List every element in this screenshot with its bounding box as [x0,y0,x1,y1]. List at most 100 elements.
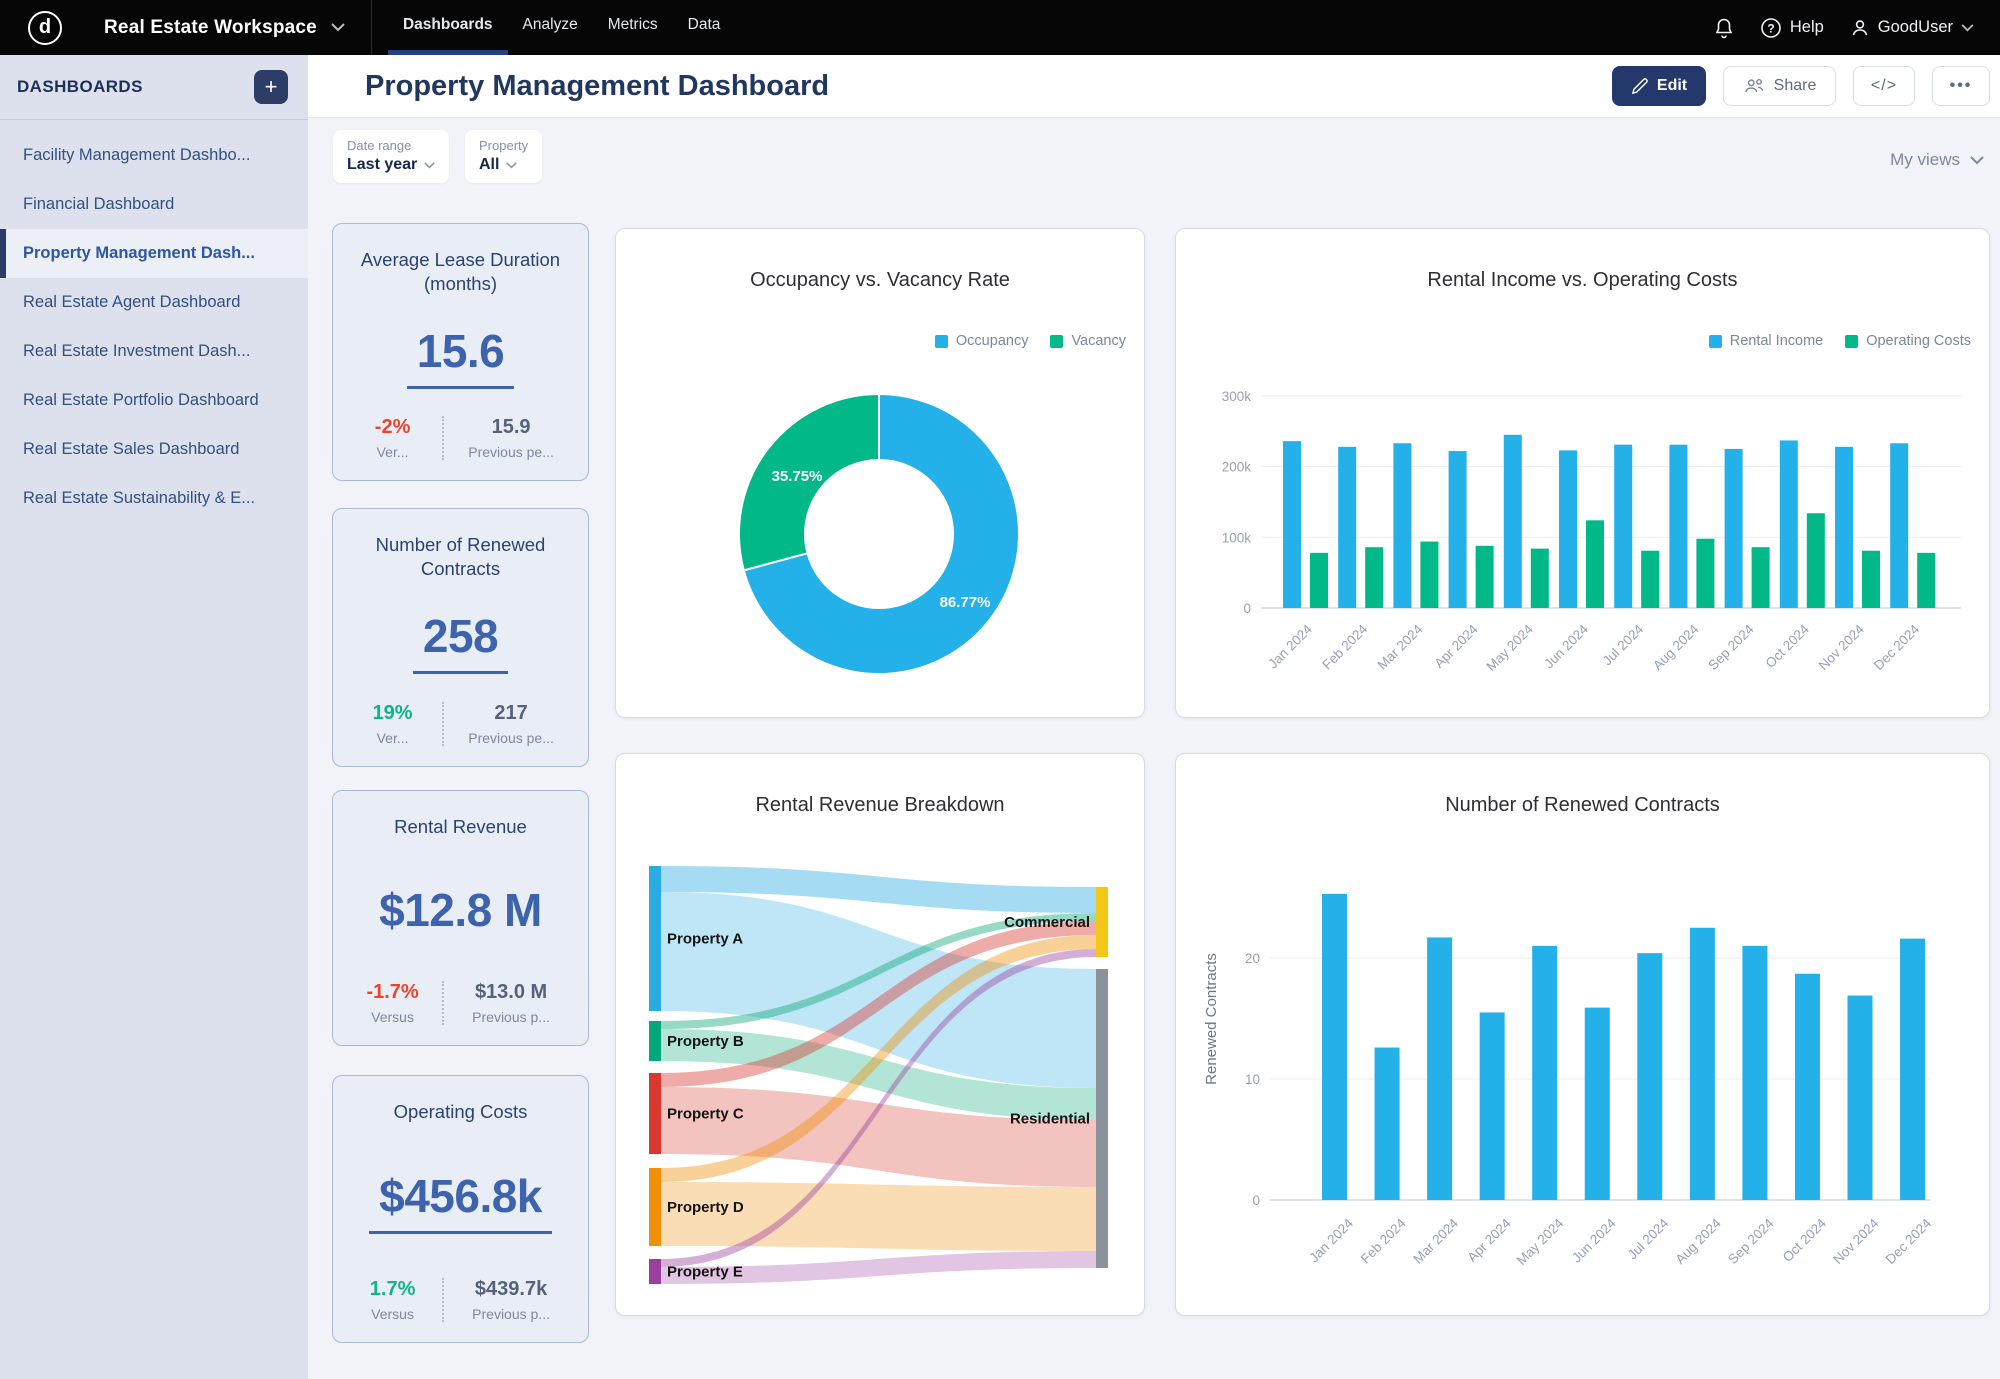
bar-renewed-contracts[interactable] [1848,996,1873,1200]
kpi-card-lease-duration[interactable]: Average Lease Duration (months) 15.6 -2%… [332,223,589,481]
bar-renewed-contracts[interactable] [1532,946,1557,1200]
bar-rental-income[interactable] [1780,440,1798,608]
chart-card-revenue-breakdown: Rental Revenue Breakdown Property APrope… [615,753,1145,1316]
x-axis-label: Jan 2024 [1265,621,1315,671]
x-axis-label: Aug 2024 [1650,621,1702,673]
bar-renewed-contracts[interactable] [1585,1008,1610,1200]
bar-renewed-contracts[interactable] [1322,894,1347,1200]
divider [371,0,372,55]
tab-metrics[interactable]: Metrics [593,0,673,55]
svg-text:0: 0 [1252,1193,1260,1208]
bar-rental-income[interactable] [1614,445,1632,608]
x-axis-label: Sep 2024 [1725,1215,1777,1267]
tab-analyze[interactable]: Analyze [508,0,593,55]
bar-operating-costs[interactable] [1917,553,1935,608]
bar-rental-income[interactable] [1283,441,1301,608]
bar-chart[interactable]: 01020Renewed ContractsJan 2024Feb 2024Ma… [1176,754,1991,1317]
sidebar-item-investment[interactable]: Real Estate Investment Dash... [0,327,308,376]
sidebar-item-portfolio[interactable]: Real Estate Portfolio Dashboard [0,376,308,425]
kpi-card-renewed-contracts[interactable]: Number of Renewed Contracts 258 19%Ver..… [332,508,589,767]
sidebar-item-property-management[interactable]: Property Management Dash... [0,229,308,278]
chevron-down-icon [424,162,435,169]
bar-rental-income[interactable] [1669,445,1687,608]
add-dashboard-button[interactable]: + [254,70,288,104]
date-range-filter[interactable]: Date range Last year [333,130,449,183]
bar-operating-costs[interactable] [1696,539,1714,608]
kpi-delta: -1.7% [343,981,442,1004]
sankey-flow[interactable] [661,1182,1096,1251]
bar-rental-income[interactable] [1338,447,1356,608]
sankey-node-property-d[interactable] [649,1168,661,1246]
bar-renewed-contracts[interactable] [1375,1048,1400,1200]
tab-dashboards[interactable]: Dashboards [388,0,508,55]
x-axis-label: Apr 2024 [1431,621,1481,671]
x-axis-label: Nov 2024 [1830,1215,1882,1267]
my-views-dropdown[interactable]: My views [1890,150,1984,170]
bar-operating-costs[interactable] [1365,547,1383,608]
donut-chart[interactable]: 86.77%35.75% [616,229,1146,719]
x-axis-label: Sep 2024 [1705,621,1757,673]
x-axis-label: Aug 2024 [1672,1215,1724,1267]
grouped-bar-chart[interactable]: 0100k200k300kJan 2024Feb 2024Mar 2024Apr… [1176,229,1991,719]
sankey-node-property-c[interactable] [649,1073,661,1154]
kpi-delta: 19% [343,702,442,725]
sankey-node-residential[interactable] [1096,969,1108,1268]
sidebar-item-agent[interactable]: Real Estate Agent Dashboard [0,278,308,327]
bar-operating-costs[interactable] [1586,520,1604,608]
page-title: Property Management Dashboard [365,70,829,103]
bar-rental-income[interactable] [1559,450,1577,608]
sankey-node-label: Commercial [1004,914,1090,931]
bar-rental-income[interactable] [1504,435,1522,608]
bar-operating-costs[interactable] [1476,546,1494,608]
bar-operating-costs[interactable] [1531,549,1549,608]
sankey-node-label: Property E [667,1264,743,1281]
bar-renewed-contracts[interactable] [1690,928,1715,1200]
sidebar-item-sustainability[interactable]: Real Estate Sustainability & E... [0,474,308,523]
bar-rental-income[interactable] [1725,449,1743,608]
user-menu[interactable]: GoodUser [1850,18,1974,38]
bar-renewed-contracts[interactable] [1637,953,1662,1200]
notifications-bell-icon[interactable] [1714,17,1734,39]
x-axis-label: Mar 2024 [1375,621,1426,672]
chevron-down-icon [331,23,345,32]
bar-operating-costs[interactable] [1807,513,1825,608]
kpi-previous: $13.0 M [444,981,578,1004]
sankey-node-property-b[interactable] [649,1021,661,1061]
bar-operating-costs[interactable] [1752,547,1770,608]
property-filter[interactable]: Property All [465,130,542,183]
bar-renewed-contracts[interactable] [1900,939,1925,1200]
sidebar-item-facility-management[interactable]: Facility Management Dashbo... [0,131,308,180]
app-logo[interactable]: d [0,0,90,55]
bar-renewed-contracts[interactable] [1427,937,1452,1200]
sidebar-item-financial[interactable]: Financial Dashboard [0,180,308,229]
bar-renewed-contracts[interactable] [1480,1012,1505,1200]
share-button[interactable]: Share [1723,66,1836,106]
bar-operating-costs[interactable] [1862,551,1880,608]
bar-renewed-contracts[interactable] [1742,946,1767,1200]
bar-operating-costs[interactable] [1310,553,1328,608]
bar-rental-income[interactable] [1393,443,1411,608]
tab-data[interactable]: Data [673,0,736,55]
sidebar-item-sales[interactable]: Real Estate Sales Dashboard [0,425,308,474]
help-button[interactable]: ? Help [1760,17,1824,39]
bar-operating-costs[interactable] [1420,542,1438,608]
bar-renewed-contracts[interactable] [1795,974,1820,1200]
kpi-card-rental-revenue[interactable]: Rental Revenue $12.8 M -1.7%Versus $13.0… [332,790,589,1046]
sankey-node-commercial[interactable] [1096,887,1108,957]
bar-rental-income[interactable] [1835,447,1853,608]
kpi-card-operating-costs[interactable]: Operating Costs $456.8k 1.7%Versus $439.… [332,1075,589,1343]
user-icon [1850,18,1870,38]
bar-operating-costs[interactable] [1641,551,1659,608]
bar-rental-income[interactable] [1449,451,1467,608]
embed-code-button[interactable]: </> [1853,66,1915,106]
sankey-node-property-e[interactable] [649,1259,661,1284]
x-axis-label: Oct 2024 [1763,621,1813,671]
edit-button[interactable]: Edit [1612,66,1706,106]
workspace-switcher[interactable]: Real Estate Workspace [90,0,371,55]
x-axis-label: Oct 2024 [1780,1215,1830,1265]
sankey-node-property-a[interactable] [649,866,661,1011]
bar-rental-income[interactable] [1890,443,1908,608]
x-axis-label: May 2024 [1483,621,1536,674]
more-options-button[interactable]: ••• [1932,66,1990,106]
sankey-chart[interactable]: Property AProperty BProperty CProperty D… [616,754,1146,1317]
